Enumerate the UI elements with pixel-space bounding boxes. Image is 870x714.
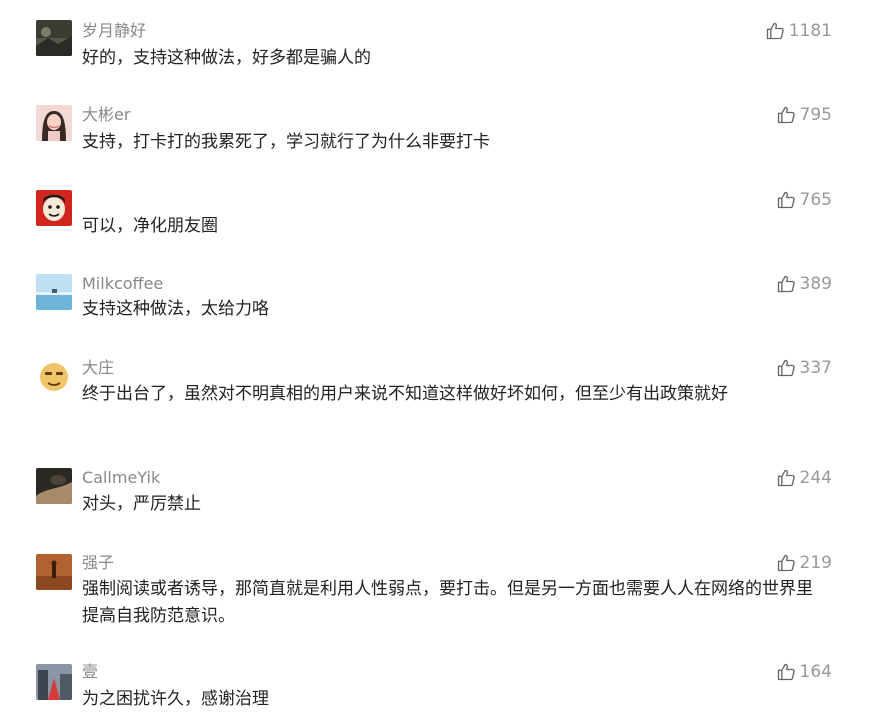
like-count: 244 bbox=[799, 468, 832, 488]
like-button[interactable]: 337 bbox=[776, 357, 832, 379]
thumbs-up-icon bbox=[777, 106, 795, 124]
comment-nickname[interactable]: 壹 bbox=[82, 662, 98, 682]
thumbs-up-icon bbox=[777, 191, 795, 209]
like-button[interactable]: 244 bbox=[776, 467, 832, 489]
like-button[interactable]: 389 bbox=[776, 273, 832, 295]
comment-nickname[interactable]: 大庄 bbox=[82, 358, 114, 378]
thumbs-up-icon bbox=[777, 275, 795, 293]
like-count: 765 bbox=[799, 190, 832, 210]
comment-nickname[interactable]: CallmeYik bbox=[82, 468, 160, 488]
thumbs-up-icon bbox=[777, 359, 795, 377]
like-button[interactable]: 164 bbox=[776, 661, 832, 683]
like-button[interactable]: 765 bbox=[776, 189, 832, 211]
like-count: 337 bbox=[799, 358, 832, 378]
avatar[interactable] bbox=[36, 554, 72, 590]
thumbs-up-icon bbox=[777, 469, 795, 487]
comment-text: 支持这种做法，太给力咯 bbox=[82, 299, 269, 319]
comment-text: 强制阅读或者诱导，那简直就是利用人性弱点，要打击。但是另一方面也需要人人在网络的… bbox=[82, 579, 813, 626]
comment-text: 对头，严厉禁止 bbox=[82, 494, 201, 514]
like-count: 219 bbox=[799, 553, 832, 573]
avatar[interactable] bbox=[36, 105, 72, 141]
thumbs-up-icon bbox=[766, 22, 784, 40]
thumbs-up-icon bbox=[777, 663, 795, 681]
like-button[interactable]: 795 bbox=[776, 104, 832, 126]
avatar[interactable] bbox=[36, 20, 72, 56]
like-count: 164 bbox=[799, 662, 832, 682]
comment-text: 支持，打卡打的我累死了，学习就行了为什么非要打卡 bbox=[82, 132, 490, 152]
comment-nickname[interactable]: 岁月静好 bbox=[82, 21, 146, 41]
comment-nickname[interactable]: 大彬er bbox=[82, 105, 130, 125]
comment-text: 可以，净化朋友圈 bbox=[82, 216, 218, 236]
thumbs-up-icon bbox=[777, 554, 795, 572]
comment-text: 终于出台了，虽然对不明真相的用户来说不知道这样做好坏如何，但至少有出政策就好 bbox=[82, 384, 728, 404]
avatar[interactable] bbox=[36, 190, 72, 226]
avatar[interactable] bbox=[36, 468, 72, 504]
comment-nickname[interactable]: 强子 bbox=[82, 553, 114, 573]
like-button[interactable]: 1181 bbox=[765, 20, 832, 42]
like-count: 1181 bbox=[788, 21, 832, 41]
comment-nickname[interactable]: Milkcoffee bbox=[82, 274, 163, 294]
like-count: 389 bbox=[799, 274, 832, 294]
like-button[interactable]: 219 bbox=[776, 552, 832, 574]
avatar[interactable] bbox=[36, 358, 72, 394]
comment-text: 好的，支持这种做法，好多都是骗人的 bbox=[82, 48, 371, 68]
avatar[interactable] bbox=[36, 274, 72, 310]
like-count: 795 bbox=[799, 105, 832, 125]
comment-text: 为之困扰许久，感谢治理 bbox=[82, 689, 269, 709]
avatar[interactable] bbox=[36, 664, 72, 700]
